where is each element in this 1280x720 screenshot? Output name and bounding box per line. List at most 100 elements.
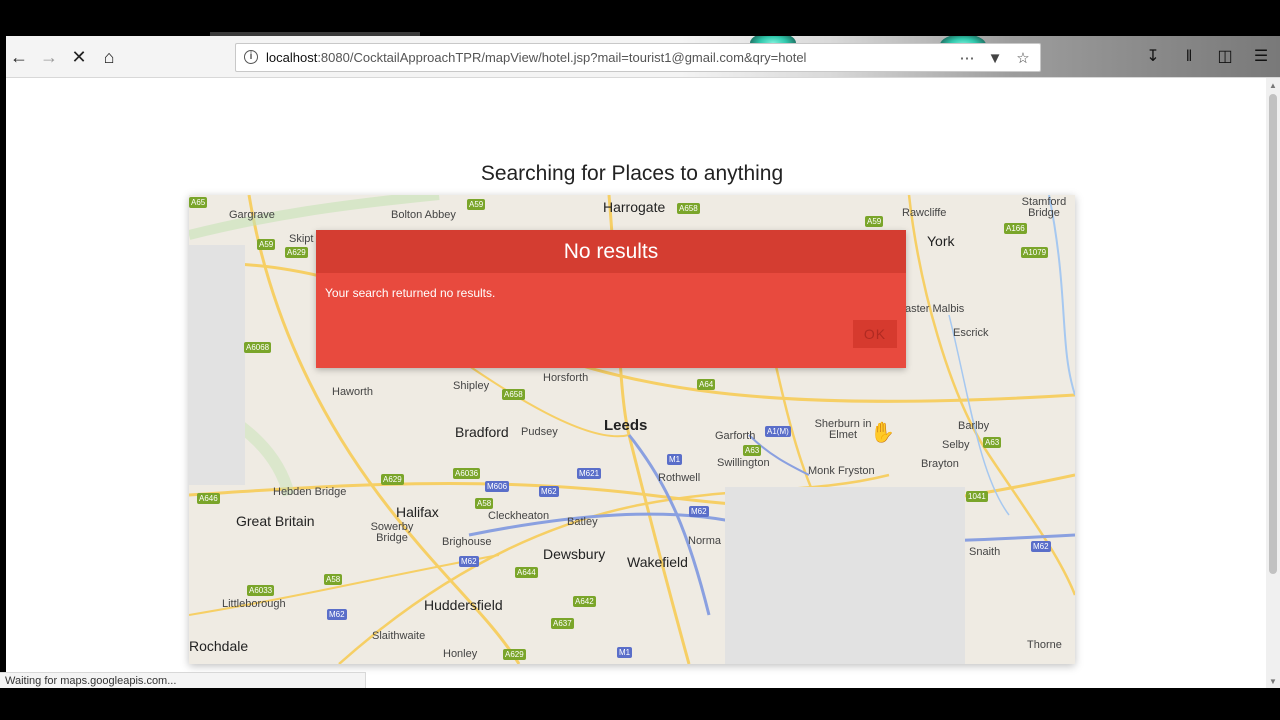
map-place-label: Sherburn in Elmet bbox=[814, 418, 872, 441]
road-number-badge: M62 bbox=[689, 506, 709, 517]
map-place-label: Rothwell bbox=[658, 472, 701, 484]
road-number-badge: A629 bbox=[503, 649, 526, 660]
stop-loading-icon[interactable]: ✕ bbox=[67, 45, 91, 69]
sidebar-icon[interactable]: ◫ bbox=[1214, 46, 1236, 68]
road-number-badge: A65 bbox=[189, 197, 208, 208]
map-place-label: Rochdale bbox=[189, 638, 249, 654]
map-place-label: Garforth bbox=[715, 430, 756, 442]
road-number-badge: A59 bbox=[467, 199, 486, 210]
map-place-label: Slaithwaite bbox=[372, 630, 426, 642]
map-place-label: York bbox=[927, 233, 955, 249]
home-icon[interactable]: ⌂ bbox=[97, 45, 121, 69]
map-place-label: Thorne bbox=[1027, 639, 1062, 651]
scroll-down-arrow-icon[interactable]: ▼ bbox=[1269, 677, 1277, 686]
map-place-label: Skipt bbox=[289, 233, 314, 245]
map-place-label: Shipley bbox=[453, 380, 490, 392]
back-arrow-icon[interactable]: ← bbox=[7, 45, 31, 69]
road-number-badge: A59 bbox=[257, 239, 276, 250]
bookmark-star-icon[interactable]: ☆ bbox=[1014, 49, 1032, 67]
road-number-badge: A629 bbox=[285, 247, 308, 258]
page-scrollbar[interactable]: ▲ ▼ bbox=[1266, 78, 1280, 688]
map-place-label: Selby bbox=[942, 439, 970, 451]
map-place-label: Bolton Abbey bbox=[391, 209, 456, 221]
map-place-label: Halifax bbox=[396, 504, 439, 520]
map-place-label: Harrogate bbox=[603, 199, 666, 215]
map-place-label: Brayton bbox=[921, 458, 959, 470]
map-place-label: Gargrave bbox=[229, 209, 275, 221]
address-url[interactable]: localhost:8080/CocktailApproachTPR/mapVi… bbox=[266, 50, 806, 65]
site-info-icon[interactable]: i bbox=[244, 50, 258, 64]
road-number-badge: A166 bbox=[1004, 223, 1027, 234]
road-number-badge: A6036 bbox=[453, 468, 481, 479]
pocket-icon[interactable]: ▼ bbox=[986, 50, 1004, 67]
map-place-label: Huddersfield bbox=[424, 597, 503, 613]
page-actions-menu-icon[interactable]: ⋯ bbox=[958, 49, 976, 67]
road-number-badge: A6033 bbox=[247, 585, 275, 596]
map-place-label: Norma bbox=[688, 535, 722, 547]
downloads-icon[interactable]: ↧ bbox=[1142, 46, 1164, 68]
map-place-label: aster Malbis bbox=[905, 303, 965, 315]
road-number-badge: M1 bbox=[667, 454, 683, 465]
forward-arrow-icon[interactable]: → bbox=[37, 45, 61, 69]
map-place-label: Sowerby Bridge bbox=[370, 521, 414, 544]
url-actions: ⋯ ▼ ☆ bbox=[958, 48, 1032, 68]
status-bar: Waiting for maps.googleapis.com... bbox=[0, 672, 366, 688]
url-path: :8080/CocktailApproachTPR/mapView/hotel.… bbox=[317, 50, 807, 65]
road-number-badge: A637 bbox=[551, 618, 574, 629]
map-place-label: Hebden Bridge bbox=[273, 486, 347, 498]
map-place-label: Stamford Bridge bbox=[1021, 196, 1067, 219]
road-number-badge: A658 bbox=[677, 203, 700, 214]
road-number-badge: M621 bbox=[577, 468, 602, 479]
hamburger-menu-icon[interactable]: ☰ bbox=[1250, 46, 1272, 68]
map-place-label: Great Britain bbox=[236, 513, 315, 529]
road-number-badge: A63 bbox=[743, 445, 762, 456]
road-number-badge: A629 bbox=[381, 474, 404, 485]
map-place-label: Cleckheaton bbox=[488, 510, 550, 522]
road-number-badge: A644 bbox=[515, 567, 538, 578]
road-number-badge: M62 bbox=[459, 556, 479, 567]
road-number-badge: A1(M) bbox=[765, 426, 791, 437]
scrollbar-thumb[interactable] bbox=[1269, 94, 1277, 574]
map-tile-missing bbox=[189, 245, 245, 485]
no-results-dialog: No results Your search returned no resul… bbox=[316, 230, 906, 368]
road-number-badge: M62 bbox=[1031, 541, 1051, 552]
browser-toolbar: ← → ✕ ⌂ i localhost:8080/CocktailApproac… bbox=[6, 36, 1280, 78]
road-number-badge: A646 bbox=[197, 493, 220, 504]
page-content: Searching for Places to anything Gargrav… bbox=[6, 78, 1266, 688]
road-number-badge: M1 bbox=[617, 647, 633, 658]
url-host: localhost bbox=[266, 50, 318, 65]
map-place-label: Swillington bbox=[717, 457, 770, 469]
map-place-label: Escrick bbox=[953, 327, 989, 339]
road-number-badge: M62 bbox=[539, 486, 559, 497]
map-place-label: Snaith bbox=[969, 546, 1001, 558]
scroll-up-arrow-icon[interactable]: ▲ bbox=[1269, 81, 1277, 90]
road-number-badge: A658 bbox=[502, 389, 525, 400]
road-number-badge: A6068 bbox=[244, 342, 272, 353]
map-place-label: Rawcliffe bbox=[902, 207, 947, 219]
map-place-label: Batley bbox=[567, 516, 598, 528]
map-place-label: Barlby bbox=[958, 420, 990, 432]
dialog-message: Your search returned no results. bbox=[325, 286, 496, 300]
dialog-title: No results bbox=[563, 240, 659, 263]
browser-bottom-strip bbox=[0, 688, 1280, 720]
road-number-badge: A1079 bbox=[1021, 247, 1049, 258]
library-icon[interactable]: ‖ bbox=[1178, 46, 1200, 68]
map-place-label: Littleborough bbox=[222, 598, 286, 610]
map-place-label: Haworth bbox=[332, 386, 373, 398]
map-place-label: Honley bbox=[443, 648, 478, 660]
road-number-badge: A59 bbox=[865, 216, 884, 227]
toolbar-right-icons: ↧ ‖ ◫ ☰ bbox=[1142, 46, 1272, 68]
map-place-label: Pudsey bbox=[521, 426, 558, 438]
ok-button[interactable]: OK bbox=[853, 320, 897, 348]
road-number-badge: M606 bbox=[485, 481, 510, 492]
map-place-label: Wakefield bbox=[627, 554, 688, 570]
map-tile-missing bbox=[725, 487, 965, 664]
road-number-badge: M62 bbox=[327, 609, 347, 620]
road-number-badge: A642 bbox=[573, 596, 596, 607]
address-bar[interactable]: i localhost:8080/CocktailApproachTPR/map… bbox=[235, 43, 1041, 72]
road-number-badge: A63 bbox=[983, 437, 1002, 448]
road-number-badge: 1041 bbox=[966, 491, 988, 502]
road-number-badge: A64 bbox=[697, 379, 716, 390]
map-place-label: Bradford bbox=[455, 424, 509, 440]
map-place-label: Monk Fryston bbox=[808, 465, 875, 477]
